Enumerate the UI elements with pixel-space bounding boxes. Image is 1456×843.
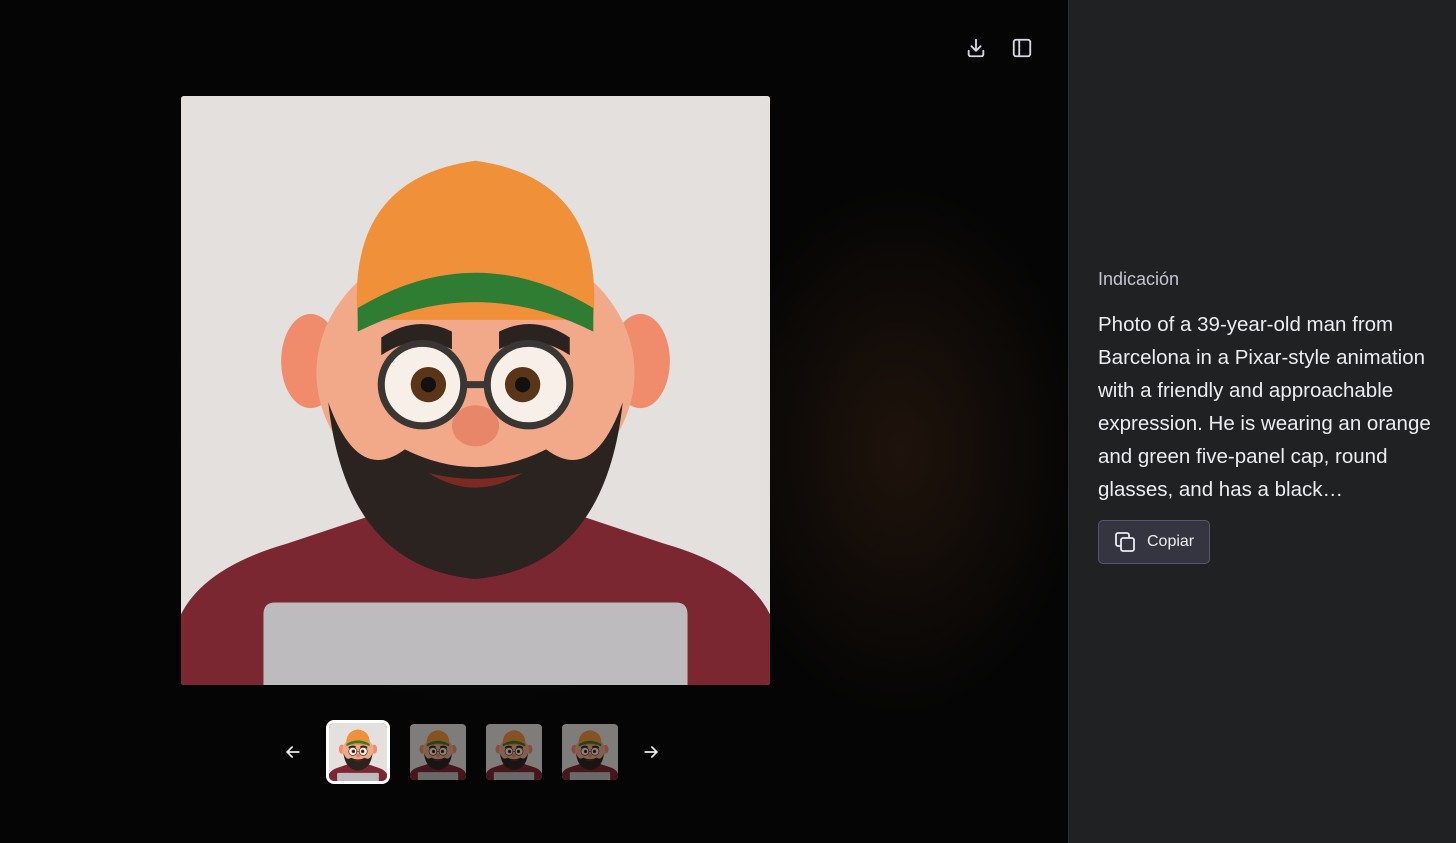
arrow-left-icon [286,746,300,758]
image-viewer-app: Indicación Photo of a 39-year-old man fr… [0,0,1456,843]
next-image-button[interactable] [636,737,666,767]
thumbnail-image [410,724,466,780]
arrow-right-icon [644,746,658,758]
copy-icon [1115,532,1135,552]
thumbnail-3[interactable] [486,724,542,780]
prompt-label: Indicación [1098,269,1180,289]
previous-image-button[interactable] [278,737,308,767]
sidebar-toggle-icon [1012,38,1032,58]
prompt-sidebar: Indicación Photo of a 39-year-old man fr… [1068,0,1456,843]
copy-prompt-button[interactable]: Copiar [1098,520,1211,564]
main-generated-image [181,96,770,685]
prompt-text: Photo of a 39-year-old man from Barcelon… [1098,313,1431,501]
download-button[interactable] [960,32,992,64]
viewer-toolbar [960,32,1038,64]
thumbnail-image [329,723,387,781]
portrait-image [181,96,770,685]
download-icon [967,38,985,58]
thumbnail-1[interactable] [326,720,390,784]
copy-button-label: Copiar [1147,533,1195,550]
thumbnail-image [562,724,618,780]
image-viewer [0,0,1068,843]
thumbnail-4[interactable] [562,724,618,780]
thumbnail-image [486,724,542,780]
thumbnail-2[interactable] [410,724,466,780]
thumbnail-strip [278,716,666,788]
toggle-sidebar-button[interactable] [1006,32,1038,64]
